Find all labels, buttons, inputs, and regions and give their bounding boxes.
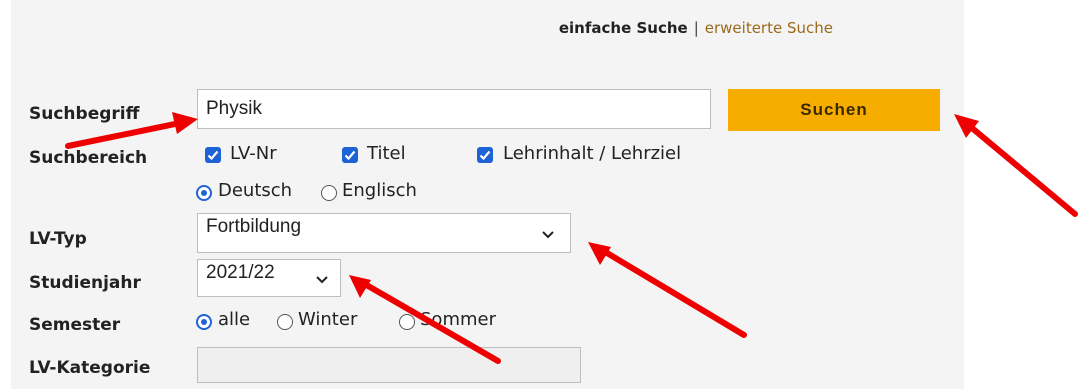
arrow-icon <box>65 112 198 149</box>
annotation-arrows <box>65 112 1078 364</box>
arrow-icon <box>588 242 747 338</box>
arrow-icon <box>954 114 1078 217</box>
arrow-icon <box>349 275 501 364</box>
